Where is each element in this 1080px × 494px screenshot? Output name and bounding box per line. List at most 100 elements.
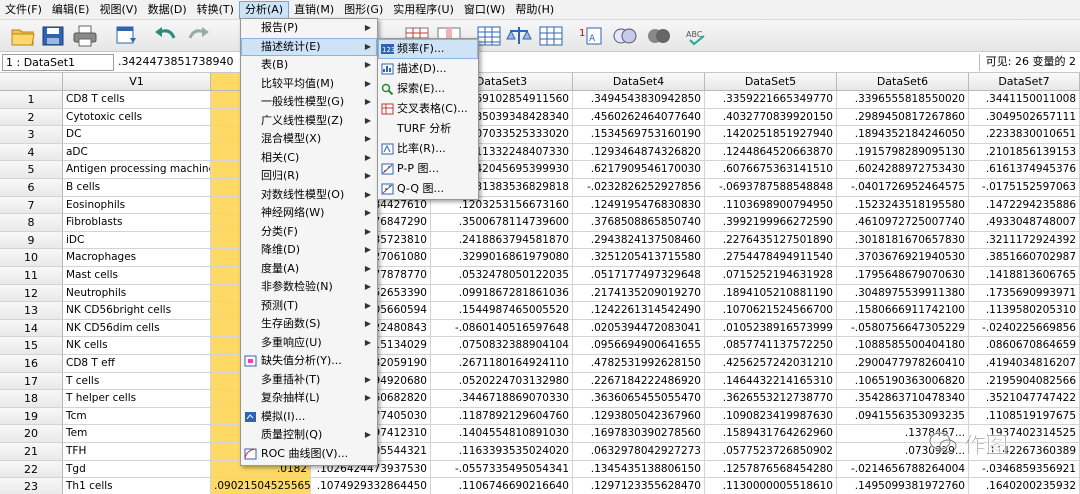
cell-dataset5[interactable]: .1103698900794950 xyxy=(705,196,837,215)
cell-dataset3[interactable]: .2418863794581870 xyxy=(431,231,573,250)
cell-dataset7[interactable]: .0860670864659 xyxy=(969,337,1080,355)
cell-dataset4[interactable]: -.0232826252927856 xyxy=(573,179,705,197)
row-header[interactable]: 12 xyxy=(0,284,63,303)
cell-v1[interactable]: CD8 T cells xyxy=(63,91,211,109)
row-header[interactable]: 11 xyxy=(0,267,63,285)
cell-v1[interactable]: Antigen processing machinery xyxy=(63,161,211,179)
cell-dataset7[interactable]: .1640200235932 xyxy=(969,478,1080,494)
cell-dataset5[interactable]: .1090823419987630 xyxy=(705,407,837,426)
cell-v1[interactable]: iDC xyxy=(63,231,211,250)
cell-dataset7[interactable]: .2101856139153 xyxy=(969,143,1080,162)
menu-analyze[interactable]: 分析(A) xyxy=(238,0,290,19)
cell-dataset7[interactable]: .2195904082566 xyxy=(969,372,1080,391)
column-header-dataset4[interactable]: DataSet4 xyxy=(573,73,705,91)
row-header[interactable]: 7 xyxy=(0,196,63,215)
menu-data[interactable]: 数据(D) xyxy=(143,1,192,19)
cell-dataset5[interactable]: .0577523726850902 xyxy=(705,443,837,461)
cell-dataset4[interactable]: .4560262464077640 xyxy=(573,108,705,127)
descriptive-submenu-item[interactable]: 123 频率(F)... xyxy=(378,39,478,59)
cell-dataset6[interactable]: .6024288972753430 xyxy=(837,161,969,179)
row-header[interactable]: 17 xyxy=(0,372,63,391)
menu-window[interactable]: 窗口(W) xyxy=(459,1,510,19)
cell-dataset3[interactable]: .0991867281861036 xyxy=(431,284,573,303)
cell-dataset5[interactable]: .6076675363141510 xyxy=(705,161,837,179)
cell-v1[interactable]: Eosinophils xyxy=(63,196,211,215)
menu-direct-marketing[interactable]: 直销(M) xyxy=(289,1,339,19)
print-icon[interactable] xyxy=(72,24,98,48)
cell-dataset4[interactable]: .3494543830942850 xyxy=(573,91,705,109)
cell-dataset2[interactable]: .1074929332864450 xyxy=(311,478,431,494)
row-header[interactable]: 20 xyxy=(0,425,63,443)
column-header-dataset7[interactable]: DataSet7 xyxy=(969,73,1080,91)
dialog-recall-icon[interactable] xyxy=(114,24,140,48)
row-header[interactable]: 3 xyxy=(0,126,63,144)
show-all-variables-icon[interactable] xyxy=(646,24,672,48)
cell-dataset4[interactable]: .2943824137508460 xyxy=(573,231,705,250)
cell-v1[interactable]: Tcm xyxy=(63,407,211,426)
cell-v1[interactable]: Neutrophils xyxy=(63,284,211,303)
corner-header[interactable] xyxy=(0,73,63,91)
cell-v1[interactable]: T cells xyxy=(63,372,211,391)
cell-v1[interactable]: aDC xyxy=(63,143,211,162)
cell-dataset6[interactable]: .2900477978260410 xyxy=(837,355,969,373)
menu-file[interactable]: 文件(F) xyxy=(0,1,47,19)
redo-icon[interactable] xyxy=(186,24,212,48)
cell-dataset4[interactable]: .2267184222486920 xyxy=(573,372,705,391)
value-labels-icon[interactable]: 1A xyxy=(578,24,604,48)
cell-dataset5[interactable]: .1894105210881190 xyxy=(705,284,837,303)
cell-dataset7[interactable]: -.0240225669856 xyxy=(969,319,1080,338)
cell-dataset5[interactable]: -.0693787588548848 xyxy=(705,179,837,197)
cell-dataset6[interactable]: .1580666911742100 xyxy=(837,302,969,320)
row-header[interactable]: 16 xyxy=(0,355,63,373)
analyze-menu-item[interactable]: 缺失值分析(Y)... xyxy=(241,352,377,371)
cell-dataset5[interactable]: .2754478494911540 xyxy=(705,249,837,267)
descriptive-submenu-item[interactable]: TURF 分析 xyxy=(378,119,478,139)
row-header[interactable]: 10 xyxy=(0,249,63,267)
row-header[interactable]: 5 xyxy=(0,161,63,179)
cell-dataset6[interactable]: .1065190363006820 xyxy=(837,372,969,391)
save-icon[interactable] xyxy=(40,24,66,48)
cell-dataset5[interactable]: .1244864520663870 xyxy=(705,143,837,162)
row-header[interactable]: 4 xyxy=(0,143,63,162)
cell-dataset4[interactable]: .3636065455055470 xyxy=(573,390,705,408)
cell-dataset7[interactable]: .1735690993971 xyxy=(969,284,1080,303)
row-header[interactable]: 14 xyxy=(0,319,63,338)
analyze-menu-item[interactable]: 质量控制(Q) ▶ xyxy=(241,426,377,445)
cell-dataset3[interactable]: .3446718869070330 xyxy=(431,390,573,408)
cell-dataset4[interactable]: .0205394472083041 xyxy=(573,319,705,338)
cell-dataset3[interactable]: .2671180164924110 xyxy=(431,355,573,373)
analyze-menu-item[interactable]: 回归(R) ▶ xyxy=(241,167,377,186)
use-sets-icon[interactable] xyxy=(612,24,638,48)
analyze-menu-item[interactable]: 降维(D) ▶ xyxy=(241,241,377,260)
cell-dataset6[interactable]: .1523243518195580 xyxy=(837,196,969,215)
cell-dataset7[interactable]: .6161374945376 xyxy=(969,161,1080,179)
descriptive-submenu-item[interactable]: 探索(E)... xyxy=(378,79,478,99)
split-file-icon[interactable] xyxy=(476,24,502,48)
analyze-menu-item[interactable]: 预测(T) ▶ xyxy=(241,297,377,316)
cell-dataset7[interactable]: .3851660702987 xyxy=(969,249,1080,267)
cell-dataset4[interactable]: .0517177497329648 xyxy=(573,267,705,285)
cell-reference-field[interactable]: 1 : DataSet1 xyxy=(2,54,114,71)
cell-dataset3[interactable]: .1404554810891030 xyxy=(431,425,573,443)
cell-dataset6[interactable]: .1495099381972760 xyxy=(837,478,969,494)
cell-dataset7[interactable]: .2233830010651 xyxy=(969,126,1080,144)
cell-dataset3[interactable]: -.0557335495054341 xyxy=(431,460,573,479)
cell-dataset5[interactable]: .1070621524566700 xyxy=(705,302,837,320)
cell-dataset5[interactable]: .4256257242031210 xyxy=(705,355,837,373)
row-header[interactable]: 13 xyxy=(0,302,63,320)
analyze-menu-item[interactable]: 生存函数(S) ▶ xyxy=(241,315,377,334)
row-header[interactable]: 19 xyxy=(0,407,63,426)
cell-v1[interactable]: NK CD56bright cells xyxy=(63,302,211,320)
cell-dataset3[interactable]: .0750832388904104 xyxy=(431,337,573,355)
cell-v1[interactable]: T helper cells xyxy=(63,390,211,408)
analyze-menu-item[interactable]: 多重插补(T) ▶ xyxy=(241,371,377,390)
cell-dataset3[interactable]: -.0860140516597648 xyxy=(431,319,573,338)
cell-dataset4[interactable]: .1534569753160190 xyxy=(573,126,705,144)
row-header[interactable]: 18 xyxy=(0,390,63,408)
cell-dataset7[interactable]: -.0346859356921 xyxy=(969,460,1080,479)
cell-dataset6[interactable]: -.0580756647305229 xyxy=(837,319,969,338)
analyze-menu-item[interactable]: 非参数检验(N) ▶ xyxy=(241,278,377,297)
analyze-menu-item[interactable]: 广义线性模型(Z) ▶ xyxy=(241,112,377,131)
row-header[interactable]: 15 xyxy=(0,337,63,355)
column-header-dataset6[interactable]: DataSet6 xyxy=(837,73,969,91)
